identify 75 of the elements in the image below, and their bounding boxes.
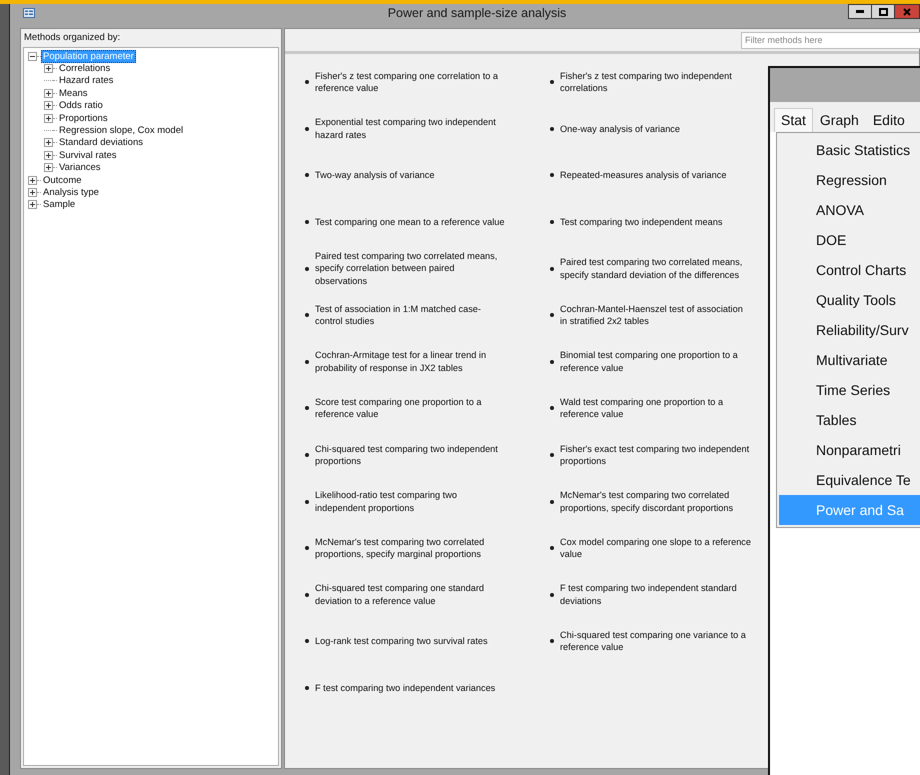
menu-item[interactable]: Regression [779,165,920,195]
menu-item[interactable]: Tables [779,405,920,435]
menu-item[interactable]: Control Charts [779,255,920,285]
menu-item[interactable]: DOE [779,225,920,255]
method-link[interactable]: Paired test comparing two correlated means, specify standard deviation of the differences [560,256,752,282]
method-link[interactable]: Wald test comparing one proportion to a reference value [560,396,752,421]
method-link[interactable]: Fisher's z test comparing one correlation to a reference value [315,70,507,95]
minimize-icon [856,10,864,13]
expander-icon[interactable] [28,52,37,61]
menu-item[interactable]: ANOVA [779,195,920,225]
tree-item[interactable]: Variances [57,161,103,174]
expander-icon[interactable] [44,163,53,172]
method-link[interactable]: Fisher's exact test comparing two independent proportions [560,442,752,468]
method-link[interactable]: Test of association in 1:M matched case-control studies [315,302,507,328]
menu-item[interactable]: Time Series [779,375,920,405]
minimize-button[interactable] [848,4,872,19]
method-link[interactable]: Paired test comparing two correlated means, specify correlation between paired observations [315,250,507,288]
filter-field[interactable]: Filter methods here [741,32,920,48]
tree-item[interactable]: Odds ratio [57,99,105,112]
maximize-button[interactable] [871,4,895,19]
method-link[interactable]: McNemar's test comparing two correlated proportions, specify marginal proportions [315,536,507,561]
tree-item[interactable]: Correlations [57,62,112,76]
tree-item[interactable]: Analysis type [41,186,101,199]
method-link[interactable]: Two-way analysis of variance [315,169,507,182]
method-link[interactable]: Cochran-Armitage test for a linear trend in probability of response in JX2 tables [315,349,507,374]
menu-item[interactable]: Reliability/Surv [779,315,920,345]
method-link[interactable]: Test comparing one mean to a reference value [315,216,507,228]
close-button[interactable] [894,4,920,19]
maximize-icon [878,8,888,16]
method-link[interactable]: Chi-squared test comparing one standard deviation to a reference value [315,582,507,608]
menu-item[interactable]: Nonparametri [779,435,920,465]
menu-item[interactable]: Quality Tools [779,285,920,315]
expander-icon[interactable] [28,176,37,185]
method-link[interactable]: Log-rank test comparing two survival rates [315,635,507,648]
expander-icon[interactable] [44,114,53,123]
method-link[interactable]: F test comparing two independent standard deviations [560,582,752,608]
method-link[interactable]: Likelihood-ratio test comparing two independent proportions [315,489,507,514]
close-icon [903,8,911,16]
window-title: Power and sample-size analysis [386,6,568,20]
menu-item[interactable]: Multivariate [779,345,920,375]
method-link[interactable]: Cochran-Mantel-Haenszel test of association in stratified 2x2 tables [560,302,752,328]
method-link[interactable]: Score test comparing one proportion to a reference value [315,396,507,421]
method-link[interactable]: Binomial test comparing one proportion to a reference value [560,349,752,374]
method-link[interactable]: McNemar's test comparing two correlated proportions, specify discordant proportions [560,489,752,514]
method-link[interactable]: Chi-squared test comparing one variance to a reference value [560,629,752,654]
tree-item[interactable]: Proportions [57,112,110,125]
method-link[interactable]: Test comparing two independent means [560,216,752,228]
method-link[interactable]: One-way analysis of variance [560,122,752,136]
method-link[interactable]: Cox model comparing one slope to a reference value [560,536,752,561]
tree-heading: Methods organized by: [23,31,122,45]
tree-item[interactable]: Sample [41,198,78,212]
method-link[interactable]: Fisher's z test comparing two independent correlations [560,70,752,95]
menu-item[interactable]: Equivalence Te [779,465,920,495]
expander-icon[interactable] [44,88,53,98]
menu-bar-item[interactable]: Stat [774,108,813,132]
menu-bar-item[interactable]: Graph [812,108,866,132]
tree-item[interactable]: Standard deviations [57,136,145,150]
tree-item[interactable]: Outcome [41,174,84,187]
tree-item[interactable]: Survival rates [57,148,119,162]
expander-icon[interactable] [44,150,53,160]
expander-icon[interactable] [44,101,53,110]
method-link[interactable]: Exponential test comparing two independent hazard rates [315,116,507,142]
tree-item[interactable]: Hazard rates [57,74,116,88]
expander-icon[interactable] [44,138,53,148]
tree-item[interactable]: Regression slope, Cox model [57,124,186,138]
expander-icon[interactable] [28,188,37,197]
menu-bar-item[interactable]: Edito [866,108,912,132]
tree-item[interactable]: Means [57,86,90,100]
method-link[interactable]: F test comparing two independent variances [315,682,507,694]
expander-icon[interactable] [44,64,53,74]
window-icon [23,8,35,18]
method-link[interactable]: Chi-squared test comparing two independent proportions [315,442,507,468]
menu-item[interactable]: Basic Statistics [779,135,920,165]
method-link[interactable]: Repeated-measures analysis of variance [560,169,752,182]
expander-icon[interactable] [28,200,37,210]
